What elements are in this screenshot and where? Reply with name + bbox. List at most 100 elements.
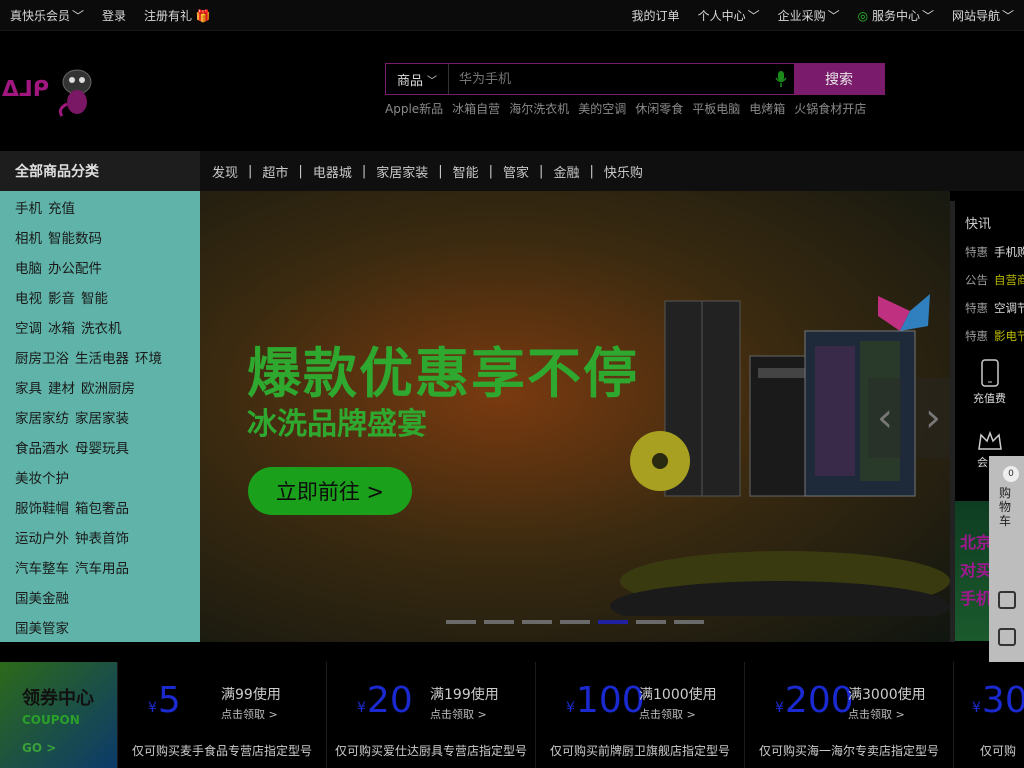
slide-dot[interactable] (446, 620, 476, 624)
slide-dot[interactable] (674, 620, 704, 624)
coupon-claim-link[interactable]: 点击领取 > (221, 706, 278, 722)
microphone-icon[interactable] (768, 64, 794, 94)
hotword-link[interactable]: 火锅食材开店 (794, 100, 866, 117)
gift-icon: 🎁 (195, 8, 211, 23)
category-link[interactable]: 汽车用品 (75, 561, 129, 577)
coupon-center[interactable]: 领券中心 COUPON GO > (0, 662, 117, 768)
coupon-go-link[interactable]: GO > (22, 741, 117, 755)
category-link[interactable]: 智能 (81, 291, 108, 307)
register-link[interactable]: 注册有礼 🎁 (144, 7, 211, 24)
nav-link-happy-shopping[interactable]: 快乐购 (604, 162, 643, 181)
coupon-card[interactable]: ¥20 满199使用 点击领取 > 仅可购买爱仕达厨具专营店指定型号 (326, 662, 535, 768)
search-category-select[interactable]: 商品 ﹀ (386, 64, 449, 94)
nav-link-finance[interactable]: 金融 (553, 162, 579, 181)
nav-link-discover[interactable]: 发现 (212, 162, 238, 181)
news-tag: 公告 (965, 273, 988, 287)
coupon-claim-link[interactable]: 点击领取 > (848, 706, 905, 722)
category-link[interactable]: 电视 (15, 291, 42, 307)
hero-banner[interactable]: 爆款优惠享不停 冰洗品牌盛宴 立即前往 > ‹ › (200, 191, 950, 642)
site-nav-link[interactable]: 网站导航 ﹀ (952, 7, 1014, 24)
slide-dot-active[interactable] (598, 620, 628, 624)
category-link[interactable]: 生活电器 (75, 351, 129, 367)
news-item[interactable]: 特惠影电节 (955, 328, 1024, 344)
chat-icon[interactable] (998, 591, 1016, 609)
news-item[interactable]: 特惠手机购 (955, 244, 1024, 260)
category-link[interactable]: 办公配件 (48, 261, 102, 277)
nav-link-supermarket[interactable]: 超市 (262, 162, 288, 181)
coupon-condition: 满199使用 (430, 687, 499, 703)
member-link[interactable]: 真快乐会员 ﹀ (10, 7, 84, 24)
chevron-down-icon: ﹀ (72, 8, 85, 23)
banner-prev-button[interactable]: ‹ (868, 378, 902, 458)
category-link[interactable]: 美妆个护 (15, 471, 69, 487)
category-link[interactable]: 家具 (15, 381, 42, 397)
service-center-link[interactable]: ◎ 服务中心 ﹀ (858, 7, 934, 24)
category-link[interactable]: 箱包奢品 (75, 501, 129, 517)
recharge-service[interactable]: 充值费 (973, 359, 1006, 406)
all-categories-button[interactable]: 全部商品分类 (0, 151, 200, 191)
coupon-card[interactable]: ¥5 满99使用 点击领取 > 仅可购买麦手食品专营店指定型号 (117, 662, 326, 768)
nav-link-butler[interactable]: 管家 (503, 162, 529, 181)
category-link[interactable]: 智能数码 (48, 231, 102, 247)
category-link[interactable]: 电脑 (15, 261, 42, 277)
news-item[interactable]: 特惠空调节 (955, 300, 1024, 316)
coupon-card[interactable]: ¥200 满3000使用 点击领取 > 仅可购买海一海尔专卖店指定型号 (744, 662, 953, 768)
hotword-link[interactable]: 电烤箱 (749, 100, 785, 117)
main-nav: 全部商品分类 发现 | 超市 | 电器城 | 家居家装 | 智能 | 管家 | 金融 | 快乐… (0, 151, 1024, 191)
category-link[interactable]: 汽车整车 (15, 561, 69, 577)
category-link[interactable]: 充值 (48, 201, 75, 217)
category-link[interactable]: 冰箱 (48, 321, 75, 337)
category-link[interactable]: 环境 (135, 351, 162, 367)
category-link[interactable]: 影音 (48, 291, 75, 307)
banner-next-button[interactable]: › (916, 378, 950, 458)
coupon-claim-link[interactable]: 点击领取 > (639, 706, 696, 722)
nav-link-smart[interactable]: 智能 (453, 162, 479, 181)
category-link[interactable]: 洗衣机 (81, 321, 122, 337)
news-tag: 特惠 (965, 245, 988, 259)
category-link[interactable]: 相机 (15, 231, 42, 247)
category-link[interactable]: 国美管家 (15, 621, 69, 637)
hotword-link[interactable]: 冰箱自营 (452, 100, 500, 117)
slide-dot[interactable] (484, 620, 514, 624)
slide-dot[interactable] (560, 620, 590, 624)
hotword-link[interactable]: Apple新品 (385, 100, 443, 117)
category-link[interactable]: 欧洲厨房 (81, 381, 135, 397)
category-row: 家具 建材 欧洲厨房 (0, 376, 200, 406)
search-button[interactable]: 搜索 (794, 64, 884, 94)
category-link[interactable]: 家居家装 (75, 411, 129, 427)
category-link[interactable]: 手机 (15, 201, 42, 217)
coupon-card[interactable]: ¥30 仅可购 (953, 662, 1024, 768)
category-link[interactable]: 母婴玩具 (75, 441, 129, 457)
hotword-link[interactable]: 休闲零食 (635, 100, 683, 117)
floating-toolbar: 0 购物车 (989, 456, 1024, 686)
feedback-icon[interactable] (998, 628, 1016, 646)
category-link[interactable]: 钟表首饰 (75, 531, 129, 547)
site-logo[interactable]: ᐃᒧᑭ (2, 64, 97, 119)
category-link[interactable]: 食品酒水 (15, 441, 69, 457)
slide-dot[interactable] (636, 620, 666, 624)
search-input[interactable] (449, 64, 768, 94)
my-orders-link[interactable]: 我的订单 (632, 7, 680, 24)
category-link[interactable]: 厨房卫浴 (15, 351, 69, 367)
nav-link-home[interactable]: 家居家装 (376, 162, 428, 181)
slide-dot[interactable] (522, 620, 552, 624)
news-item[interactable]: 公告自营商 (955, 272, 1024, 288)
category-link[interactable]: 建材 (48, 381, 75, 397)
banner-cta-button[interactable]: 立即前往 > (248, 467, 412, 515)
personal-center-link[interactable]: 个人中心 ﹀ (698, 7, 760, 24)
category-link[interactable]: 国美金融 (15, 591, 69, 607)
category-link[interactable]: 运动户外 (15, 531, 69, 547)
category-link[interactable]: 服饰鞋帽 (15, 501, 69, 517)
cart-button[interactable]: 购物车 (999, 486, 1015, 528)
category-link[interactable]: 空调 (15, 321, 42, 337)
category-row: 国美管家 (0, 616, 200, 646)
hotword-link[interactable]: 平板电脑 (692, 100, 740, 117)
coupon-card[interactable]: ¥100 满1000使用 点击领取 > 仅可购买前牌厨卫旗舰店指定型号 (535, 662, 744, 768)
enterprise-link[interactable]: 企业采购 ﹀ (778, 7, 840, 24)
hotword-link[interactable]: 美的空调 (578, 100, 626, 117)
category-link[interactable]: 家居家纺 (15, 411, 69, 427)
coupon-claim-link[interactable]: 点击领取 > (430, 706, 487, 722)
login-link[interactable]: 登录 (102, 7, 126, 24)
nav-link-appliances[interactable]: 电器城 (313, 162, 352, 181)
hotword-link[interactable]: 海尔洗衣机 (509, 100, 569, 117)
